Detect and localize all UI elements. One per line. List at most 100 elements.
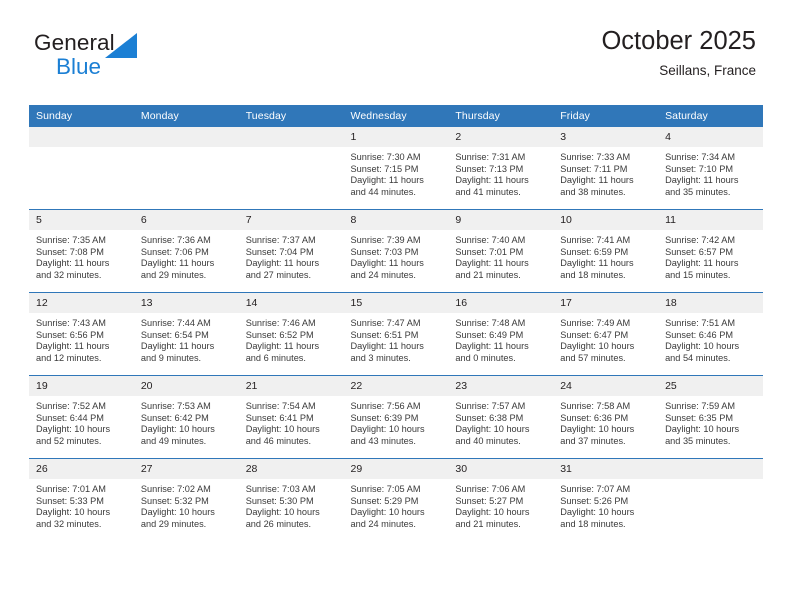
calendar-day-cell[interactable]: 24 Sunrise: 7:58 AM Sunset: 6:36 PM Dayligh…: [553, 375, 659, 459]
calendar-day-cell[interactable]: 12 Sunrise: 7:43 AM Sunset: 6:56 PM Dayligh…: [29, 292, 134, 376]
calendar-day-cell[interactable]: 3 Sunrise: 7:33 AM Sunset: 7:11 PM Daylight…: [553, 127, 659, 210]
calendar-day-cell[interactable]: 2 Sunrise: 7:31 AM Sunset: 7:13 PM Daylight…: [448, 127, 554, 210]
day-number: 16: [448, 293, 554, 313]
calendar-day-cell[interactable]: 20 Sunrise: 7:53 AM Sunset: 6:42 PM Dayligh…: [133, 375, 239, 459]
daylight-text-line1: Daylight: 11 hours: [245, 258, 320, 269]
sunset-text: Sunset: 6:47 PM: [560, 329, 629, 340]
title-block: October 2025 Seillans, France: [601, 24, 756, 81]
day-number: 18: [658, 293, 763, 313]
sunrise-text: Sunrise: 7:46 AM: [245, 318, 316, 328]
day-sun-info: Sunrise: 7:07 AM Sunset: 5:26 PM Daylight:…: [553, 479, 658, 530]
day-number: 14: [238, 293, 344, 313]
calendar-day-cell[interactable]: 27 Sunrise: 7:02 AM Sunset: 5:32 PM Dayligh…: [133, 458, 239, 541]
sunrise-text: Sunrise: 7:05 AM: [350, 484, 421, 494]
daylight-text-line1: Daylight: 11 hours: [560, 258, 634, 269]
sunrise-text: Sunrise: 7:03 AM: [245, 484, 316, 494]
calendar-day-cell[interactable]: 28 Sunrise: 7:03 AM Sunset: 5:30 PM Dayligh…: [238, 458, 344, 541]
daylight-text-line1: Daylight: 10 hours: [36, 507, 111, 518]
calendar-week-row: 1 Sunrise: 7:30 AM Sunset: 7:15 PM Daylight…: [29, 127, 763, 210]
day-number: 9: [448, 210, 554, 230]
daylight-text-line1: Daylight: 10 hours: [455, 507, 530, 518]
day-number: 17: [553, 293, 659, 313]
sunset-text: Sunset: 7:08 PM: [36, 246, 104, 257]
daylight-text-line1: Daylight: 10 hours: [350, 507, 425, 518]
sunrise-text: Sunrise: 7:02 AM: [140, 484, 211, 494]
calendar-day-cell[interactable]: 23 Sunrise: 7:57 AM Sunset: 6:38 PM Dayligh…: [448, 375, 554, 459]
calendar-day-cell[interactable]: 13 Sunrise: 7:44 AM Sunset: 6:54 PM Dayligh…: [133, 292, 239, 376]
day-number: 28: [238, 459, 344, 479]
sunset-text: Sunset: 7:15 PM: [350, 163, 419, 174]
day-number: 30: [448, 459, 554, 479]
sunrise-text: Sunrise: 7:56 AM: [350, 401, 421, 411]
sunset-text: Sunset: 7:10 PM: [665, 163, 733, 174]
day-sun-info: Sunrise: 7:35 AM Sunset: 7:08 PM Daylight:…: [29, 230, 134, 281]
daylight-text-line2: and 57 minutes.: [560, 352, 626, 363]
daylight-text-line2: and 18 minutes.: [560, 269, 626, 280]
daylight-text-line1: Daylight: 11 hours: [560, 175, 634, 186]
calendar-day-cell[interactable]: 10 Sunrise: 7:41 AM Sunset: 6:59 PM Dayligh…: [553, 209, 659, 293]
daylight-text-line2: and 6 minutes.: [245, 352, 306, 363]
sunrise-text: Sunrise: 7:47 AM: [350, 318, 421, 328]
calendar-day-cell[interactable]: 18 Sunrise: 7:51 AM Sunset: 6:46 PM Dayligh…: [658, 292, 763, 376]
calendar-day-cell[interactable]: 31 Sunrise: 7:07 AM Sunset: 5:26 PM Dayligh…: [553, 458, 659, 541]
calendar-day-cell[interactable]: 26 Sunrise: 7:01 AM Sunset: 5:33 PM Dayligh…: [29, 458, 134, 541]
day-sun-info: Sunrise: 7:40 AM Sunset: 7:01 PM Daylight:…: [448, 230, 553, 281]
calendar-header-row: Sunday Monday Tuesday Wednesday Thursday…: [29, 105, 763, 127]
day-number: 12: [29, 293, 134, 313]
sunset-text: Sunset: 5:29 PM: [350, 495, 419, 506]
sunset-text: Sunset: 6:52 PM: [245, 329, 314, 340]
day-number: 24: [553, 376, 659, 396]
calendar-day-cell[interactable]: 1 Sunrise: 7:30 AM Sunset: 7:15 PM Daylight…: [343, 127, 449, 210]
sunrise-text: Sunrise: 7:37 AM: [245, 235, 316, 245]
weekday-header-monday: Monday: [133, 105, 239, 127]
sunrise-text: Sunrise: 7:54 AM: [245, 401, 316, 411]
calendar-day-cell[interactable]: 5 Sunrise: 7:35 AM Sunset: 7:08 PM Daylight…: [29, 209, 134, 293]
daylight-text-line2: and 49 minutes.: [140, 435, 207, 446]
day-sun-info: Sunrise: 7:53 AM Sunset: 6:42 PM Daylight:…: [134, 396, 239, 447]
day-sun-info: Sunrise: 7:05 AM Sunset: 5:29 PM Daylight:…: [344, 479, 449, 530]
calendar-day-cell[interactable]: 25 Sunrise: 7:59 AM Sunset: 6:35 PM Dayligh…: [658, 375, 763, 459]
day-sun-info: Sunrise: 7:42 AM Sunset: 6:57 PM Daylight:…: [658, 230, 763, 281]
calendar-day-cell[interactable]: 29 Sunrise: 7:05 AM Sunset: 5:29 PM Dayligh…: [343, 458, 449, 541]
calendar-day-cell[interactable]: 6 Sunrise: 7:36 AM Sunset: 7:06 PM Daylight…: [133, 209, 239, 293]
daylight-text-line2: and 35 minutes.: [665, 435, 731, 446]
daylight-text-line2: and 46 minutes.: [245, 435, 312, 446]
day-number: [238, 127, 344, 147]
calendar-day-cell: [29, 127, 134, 210]
daylight-text-line2: and 54 minutes.: [665, 352, 731, 363]
calendar-day-cell[interactable]: 8 Sunrise: 7:39 AM Sunset: 7:03 PM Daylight…: [343, 209, 449, 293]
weekday-header-thursday: Thursday: [448, 105, 554, 127]
day-number: 11: [658, 210, 763, 230]
day-sun-info: Sunrise: 7:47 AM Sunset: 6:51 PM Daylight:…: [344, 313, 449, 364]
daylight-text-line2: and 18 minutes.: [560, 518, 626, 529]
day-sun-info: Sunrise: 7:39 AM Sunset: 7:03 PM Daylight:…: [344, 230, 449, 281]
calendar-day-cell[interactable]: 17 Sunrise: 7:49 AM Sunset: 6:47 PM Dayligh…: [553, 292, 659, 376]
day-sun-info: Sunrise: 7:44 AM Sunset: 6:54 PM Daylight:…: [134, 313, 239, 364]
day-sun-info: Sunrise: 7:58 AM Sunset: 6:36 PM Daylight:…: [553, 396, 658, 447]
daylight-text-line2: and 27 minutes.: [245, 269, 312, 280]
calendar-week-row: 12 Sunrise: 7:43 AM Sunset: 6:56 PM Dayligh…: [29, 292, 763, 376]
calendar-day-cell[interactable]: 9 Sunrise: 7:40 AM Sunset: 7:01 PM Daylight…: [448, 209, 554, 293]
calendar-day-cell[interactable]: 14 Sunrise: 7:46 AM Sunset: 6:52 PM Dayligh…: [238, 292, 344, 376]
calendar-day-cell[interactable]: 4 Sunrise: 7:34 AM Sunset: 7:10 PM Daylight…: [658, 127, 763, 210]
calendar-day-cell[interactable]: 21 Sunrise: 7:54 AM Sunset: 6:41 PM Dayligh…: [238, 375, 344, 459]
calendar-day-cell[interactable]: 7 Sunrise: 7:37 AM Sunset: 7:04 PM Daylight…: [238, 209, 344, 293]
calendar-day-cell[interactable]: 11 Sunrise: 7:42 AM Sunset: 6:57 PM Dayligh…: [658, 209, 763, 293]
calendar-table: Sunday Monday Tuesday Wednesday Thursday…: [29, 105, 763, 541]
sunset-text: Sunset: 6:59 PM: [560, 246, 629, 257]
calendar-day-cell[interactable]: 22 Sunrise: 7:56 AM Sunset: 6:39 PM Dayligh…: [343, 375, 449, 459]
calendar-day-cell[interactable]: 15 Sunrise: 7:47 AM Sunset: 6:51 PM Dayligh…: [343, 292, 449, 376]
daylight-text-line1: Daylight: 11 hours: [350, 341, 424, 352]
daylight-text-line1: Daylight: 10 hours: [36, 424, 111, 435]
calendar-day-cell[interactable]: 30 Sunrise: 7:06 AM Sunset: 5:27 PM Dayligh…: [448, 458, 554, 541]
calendar-week-row: 26 Sunrise: 7:01 AM Sunset: 5:33 PM Dayligh…: [29, 458, 763, 541]
calendar-day-cell[interactable]: 16 Sunrise: 7:48 AM Sunset: 6:49 PM Dayligh…: [448, 292, 554, 376]
day-number: 8: [343, 210, 449, 230]
daylight-text-line2: and 26 minutes.: [245, 518, 312, 529]
sunset-text: Sunset: 5:30 PM: [245, 495, 314, 506]
daylight-text-line2: and 38 minutes.: [560, 186, 626, 197]
day-sun-info: Sunrise: 7:37 AM Sunset: 7:04 PM Daylight:…: [239, 230, 344, 281]
generalblue-logo[interactable]: General Blue: [34, 30, 254, 92]
calendar-day-cell[interactable]: 19 Sunrise: 7:52 AM Sunset: 6:44 PM Dayligh…: [29, 375, 134, 459]
sunrise-text: Sunrise: 7:58 AM: [560, 401, 631, 411]
